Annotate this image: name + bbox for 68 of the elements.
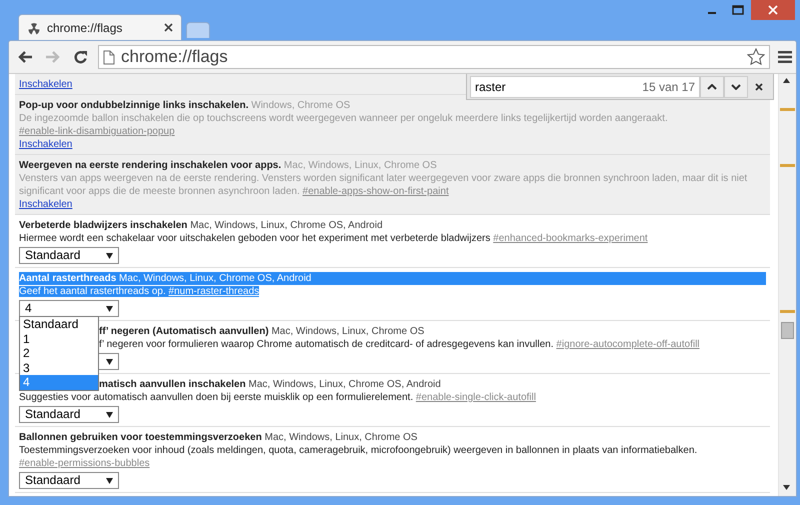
match-marker: [780, 164, 795, 167]
option-select[interactable]: Standaard: [19, 406, 119, 423]
flag-link[interactable]: #enable-single-click-autofill: [416, 392, 536, 403]
dropdown-arrow-icon: [106, 252, 113, 258]
minimize-icon: [708, 12, 716, 14]
option-select[interactable]: Standaard: [19, 472, 119, 489]
experiment-title: matisch aanvullen inschakelen: [99, 379, 246, 390]
experiment-description: f’ negeren voor formulieren waarop Chrome automatisch de creditcard- of adresgegevens kan invullen. #ignore-autocomplete-off-autofill: [99, 339, 700, 350]
find-field[interactable]: raster 15 van 17: [470, 76, 700, 98]
scroll-down-icon[interactable]: [783, 485, 790, 490]
scrollbar-thumb[interactable]: [781, 322, 794, 339]
chevron-up-icon: [707, 84, 717, 90]
close-icon: [755, 82, 763, 90]
experiment-title: Pop-up voor ondubbelzinnige links inschakelen.: [19, 100, 248, 111]
browser-tab[interactable]: chrome://flags: [18, 14, 182, 40]
enable-link[interactable]: Inschakelen: [19, 78, 72, 91]
platform-list: Mac, Windows, Linux, Chrome OS: [271, 326, 424, 337]
experiment-description: De ingezoomde ballon inschakelen die op touchscreens wordt weergegeven wanneer per ongeluk meerdere links tegelijkertijd worden aangeraakt. #enable-link-disambiguation-popup: [19, 113, 668, 137]
menu-icon[interactable]: [778, 51, 792, 63]
platform-list: Mac, Windows, Linux, Chrome OS, Android: [190, 220, 383, 231]
scrollbar[interactable]: [778, 74, 796, 496]
flag-link[interactable]: #ignore-autocomplete-off-autofill: [556, 339, 700, 350]
flag-link[interactable]: #enhanced-bookmarks-experiment: [493, 233, 648, 244]
dropdown-arrow-icon: [106, 412, 113, 418]
option-select[interactable]: Standaard: [19, 247, 119, 264]
experiment-title: Weergeven na eerste rendering inschakelen voor apps.: [19, 160, 282, 171]
platform-list: Mac, Windows, Linux, Chrome OS, Android: [248, 379, 441, 390]
platform-list: Mac, Windows, Linux, Chrome OS: [284, 160, 437, 171]
previous-match-button[interactable]: [700, 76, 724, 98]
enable-link[interactable]: Inschakelen: [19, 198, 72, 211]
dropdown-arrow-icon: [106, 306, 113, 312]
experiment-title: Aantal rasterthreads: [19, 273, 116, 284]
match-marker: [780, 108, 795, 111]
dropdown-option[interactable]: 3: [20, 360, 98, 375]
chevron-down-icon: [731, 84, 741, 90]
dropdown-option[interactable]: 2: [20, 346, 98, 360]
experiment-title: Verbeterde bladwijzers inschakelen: [19, 220, 188, 231]
next-match-button[interactable]: [724, 76, 748, 98]
platform-list: Mac, Windows, Linux, Chrome OS: [264, 432, 418, 443]
forward-arrow-icon: [45, 50, 61, 64]
dropdown-arrow-icon: [106, 478, 113, 484]
experiment-title: ff’ negeren (Automatisch aanvullen): [99, 326, 269, 337]
platform-list: Mac, Windows, Linux, Chrome OS, Android: [119, 273, 312, 284]
back-arrow-icon: [17, 50, 33, 64]
dropdown-option[interactable]: Standaard: [20, 317, 98, 332]
close-window-button[interactable]: [751, 0, 795, 20]
experiment-description: Vensters van apps weergeven na de eerste rendering. Vensters worden significant later weergegeven voor zware apps die bronnen synchroon laden, maar dit is niet significant voor apps die de meeste bronnen asynchroon laden. #enable-apps-show-on-first-paint: [19, 173, 748, 197]
flag-link[interactable]: #enable-permissions-bubbles: [19, 458, 150, 469]
experiment-description: Suggesties voor automatisch aanvullen doen bij eerste muisklik op een formulierelement. #enable-single-click-autofill: [19, 392, 536, 403]
platform-list: Windows, Chrome OS: [251, 100, 350, 111]
reload-icon: [73, 50, 88, 64]
dropdown-option[interactable]: 1: [20, 332, 98, 346]
experiment-description: Geef het aantal rasterthreads op. #num-raster-threads: [19, 286, 260, 297]
maximize-icon: [732, 5, 744, 15]
option-select[interactable]: 4: [19, 300, 119, 317]
dropdown-arrow-icon: [106, 358, 113, 364]
match-marker: [780, 310, 795, 313]
experiment-description: Toestemmingsverzoeken voor inhoud (zoals meldingen, quota, cameragebruik, microfoongebruik) weergeven in ballonnen in plaats van informatiebalken. #enable-permissions-bubbles: [19, 445, 698, 469]
radiation-icon: [27, 20, 41, 34]
scroll-up-icon[interactable]: [783, 78, 790, 83]
page-icon: [103, 50, 115, 64]
experiment-title: Ballonnen gebruiken voor toestemmingsverzoeken: [19, 432, 262, 443]
enable-link[interactable]: Inschakelen: [19, 138, 72, 151]
address-bar[interactable]: chrome://flags: [98, 45, 770, 69]
close-icon[interactable]: [164, 23, 173, 32]
experiment-description: Hiermee wordt een schakelaar voor uitschakelen geboden voor het experiment met verbeterde bladwijzers #enhanced-bookmarks-experiment: [19, 233, 648, 244]
close-icon: [768, 5, 778, 15]
star-icon[interactable]: [747, 48, 765, 66]
